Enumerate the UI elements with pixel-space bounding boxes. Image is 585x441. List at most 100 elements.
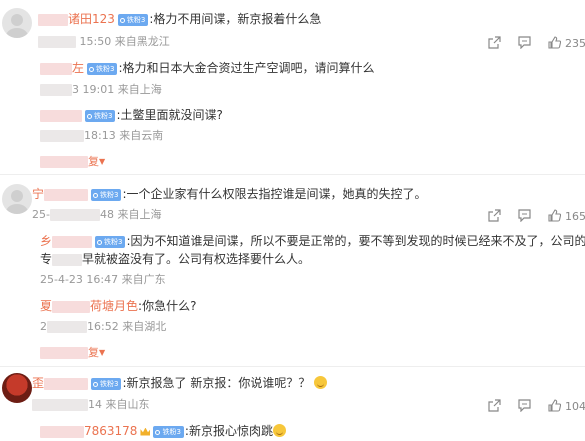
reply-header: 7863178 铁粉3:新京报心惊肉跳 [40, 423, 286, 439]
divider [0, 366, 585, 367]
badge-dot-icon [87, 113, 92, 119]
comment-icon[interactable] [518, 399, 531, 412]
username[interactable]: 左 [72, 61, 84, 75]
comment-text: :一个企业家有什么权限去指控谁是间谍，她真的失控了。 [122, 187, 427, 201]
redacted-username [40, 62, 72, 75]
avatar[interactable] [2, 373, 32, 403]
comment-actions: 104 [488, 399, 585, 415]
fan-badge: 铁粉3 [91, 377, 122, 390]
redacted-date [32, 399, 88, 411]
username[interactable]: 7863178 [84, 424, 137, 438]
emoji-laugh-icon [272, 424, 286, 437]
comment-header: 歪 铁粉3:新京报急了 新京报：你说谁呢？？ [32, 375, 328, 391]
reply-text: :因为不知道谁是间谍，所以不要是正常的，要不等到发现的时候已经来不及了，公司的 [126, 234, 585, 248]
username-suffix[interactable]: 荷塘月色 [90, 299, 138, 313]
location: 来自山东 [105, 398, 150, 411]
like-icon[interactable] [548, 36, 561, 49]
redacted-date [40, 130, 84, 142]
redacted-username [38, 13, 68, 26]
fan-badge: 铁粉3 [91, 188, 122, 201]
fan-badge: 铁粉3 [87, 62, 118, 75]
redacted-text [40, 347, 88, 359]
badge-dot-icon [93, 192, 99, 198]
reply-header: 乡 铁粉3:因为不知道谁是间谍，所以不要是正常的，要不等到发现的时候已经来不及了，… [40, 233, 585, 249]
reply-meta: 25-4-23 16:47 来自广东 [40, 273, 166, 287]
reply-text: :格力和日本大金合资过生产空调吧，请问算什么 [118, 61, 375, 75]
caret-down-icon: ▼ [99, 157, 106, 166]
timestamp: 15:50 [79, 35, 112, 48]
timestamp: 48 [99, 208, 114, 221]
badge-dot-icon [155, 429, 161, 435]
fan-badge: 铁粉3 [85, 109, 116, 122]
badge-dot-icon [119, 17, 125, 23]
location: 来自云南 [119, 129, 164, 142]
timestamp: 25-4-23 16:47 [40, 273, 119, 286]
redacted-username [44, 377, 89, 390]
like-icon[interactable] [548, 209, 561, 222]
reply-text-continued: 专早就被盗没有了。公司有权选择要什么人。 [40, 252, 311, 266]
location: 来自黑龙江 [114, 35, 170, 48]
timestamp: 18:13 [84, 129, 116, 142]
share-icon[interactable] [488, 36, 501, 49]
fan-badge: 铁粉3 [153, 425, 184, 438]
reply-meta: 3 19:01 来自上海 [40, 83, 162, 97]
avatar[interactable] [2, 184, 32, 214]
fan-badge: 铁粉3 [95, 235, 126, 248]
like-count: 165 [565, 210, 585, 223]
badge-dot-icon [89, 66, 95, 72]
timestamp-prefix: 25- [32, 208, 50, 221]
reply-text: :你急什么? [138, 299, 197, 313]
username[interactable]: 夏 [40, 299, 52, 313]
comment-actions: 165 [488, 209, 585, 225]
badge-dot-icon [97, 239, 103, 245]
redacted-text [52, 253, 83, 266]
location: 来自上海 [117, 83, 162, 96]
avatar[interactable] [2, 8, 32, 38]
reply-meta: 2 16:52 来自湖北 [40, 320, 166, 334]
timestamp: 16:52 [87, 320, 119, 333]
comment-actions: 235 [488, 36, 585, 52]
redacted-username [40, 425, 84, 438]
more-replies-link[interactable]: 复▼ [40, 153, 105, 169]
share-icon[interactable] [488, 209, 501, 222]
location: 来自湖北 [122, 320, 167, 333]
redacted-username [40, 109, 82, 122]
redacted-username [44, 188, 89, 201]
username[interactable]: 歪 [32, 376, 44, 390]
like-count: 104 [565, 400, 585, 413]
comment-meta: 25- 48 来自上海 [32, 208, 161, 222]
caret-down-icon: ▼ [99, 348, 106, 357]
redacted-text [40, 156, 88, 168]
comment-header: 诸田123 铁粉3:格力不用间谍，新京报着什么急 [38, 11, 321, 27]
timestamp-prefix: 2 [40, 320, 47, 333]
redacted-date [47, 321, 87, 333]
share-icon[interactable] [488, 399, 501, 412]
reply-text: :土鳖里面就没间谍? [116, 108, 223, 122]
location: 来自广东 [121, 273, 166, 286]
redacted-date [38, 36, 76, 48]
redacted-username [52, 300, 91, 313]
reply-header: 铁粉3:土鳖里面就没间谍? [40, 107, 223, 123]
reply-text: :新京报心惊肉跳 [184, 424, 273, 438]
redacted-date [49, 209, 100, 221]
more-replies-link[interactable]: 复▼ [40, 344, 105, 360]
reply-header: 夏 荷塘月色:你急什么? [40, 298, 196, 314]
comment-meta: 15:50 来自黑龙江 [38, 35, 170, 49]
comment-meta: 14 来自山东 [32, 398, 150, 412]
like-icon[interactable] [548, 399, 561, 412]
timestamp: 14 [88, 398, 102, 411]
badge-dot-icon [93, 381, 99, 387]
comment-text: :格力不用间谍，新京报着什么急 [149, 12, 322, 26]
username[interactable]: 诸田123 [68, 12, 115, 26]
username[interactable]: 乡 [40, 234, 52, 248]
reply-header: 左铁粉3:格力和日本大金合资过生产空调吧，请问算什么 [40, 60, 375, 76]
comment-icon[interactable] [518, 36, 531, 49]
comment-icon[interactable] [518, 209, 531, 222]
redacted-date [40, 84, 72, 96]
reply-meta: 18:13 来自云南 [40, 129, 163, 143]
redacted-username [52, 235, 93, 248]
comment-text: :新京报急了 新京报：你说谁呢？？ [122, 376, 311, 390]
crown-icon [140, 427, 151, 436]
username[interactable]: 宁 [32, 187, 44, 201]
divider [0, 174, 585, 175]
